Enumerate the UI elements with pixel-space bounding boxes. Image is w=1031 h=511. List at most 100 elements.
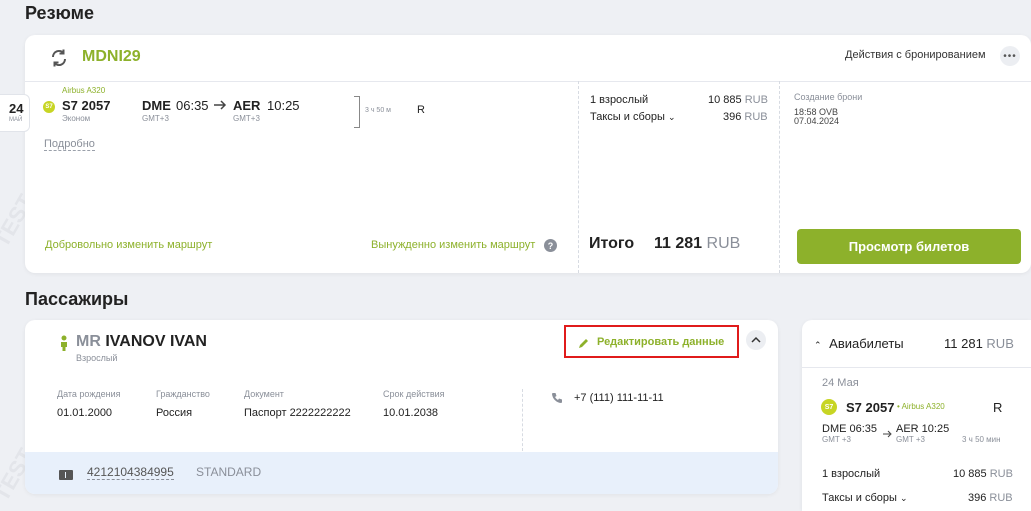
summary-adult-currency: RUB [989, 468, 1013, 480]
pricing-divider [578, 81, 579, 273]
aircraft-label: Airbus A320 [62, 86, 106, 95]
field-label: Срок действия [383, 389, 445, 399]
chevron-down-icon: ⌄ [667, 112, 676, 122]
field-birthdate: Дата рождения 01.01.2000 [57, 389, 121, 419]
duration-bracket [354, 96, 360, 128]
adult-amount-currency: RUB [744, 94, 768, 106]
resume-title: Резюме [25, 3, 94, 23]
summary-taxes-toggle[interactable]: Таксы и сборы ⌄ [822, 492, 908, 504]
phone-icon [551, 391, 563, 403]
booking-card: MDNI29 Действия с бронированием ••• Airb… [25, 35, 1031, 273]
summary-taxes-amount: 396 RUB [968, 492, 1013, 504]
voluntary-change-link[interactable]: Добровольно изменить маршрут [45, 239, 212, 251]
created-line2: 07.04.2024 [794, 116, 840, 126]
cabin-class: Эконом [62, 114, 91, 123]
passenger-prefix: MR [76, 333, 101, 350]
summary-divider [802, 367, 1031, 368]
adult-amount: 10 885 RUB [708, 94, 768, 106]
field-label: Гражданство [156, 389, 210, 399]
passenger-card: MR IVANOV IVAN Взрослый Редактировать да… [25, 320, 778, 494]
ticket-type: STANDARD [196, 465, 262, 479]
booking-actions-label[interactable]: Действия с бронированием [845, 49, 986, 61]
passenger-phone: +7 (111) 111-11-11 [574, 392, 664, 404]
passengers-title: Пассажиры [25, 289, 129, 309]
chevron-up-icon: ⌃ [814, 340, 822, 350]
summary-adult-amount: 10 885 RUB [953, 468, 1013, 480]
flight-date-day: 24 [9, 101, 24, 116]
details-link[interactable]: Подробно [44, 138, 95, 151]
field-label: Дата рождения [57, 389, 121, 399]
card-header-divider [25, 81, 1031, 82]
departure-time: 06:35 [176, 98, 209, 113]
field-label: Документ [244, 389, 284, 399]
taxes-label: Таксы и сборы [590, 111, 665, 123]
edit-passenger-button[interactable]: Редактировать данные [564, 325, 739, 358]
fare-class: R [417, 104, 425, 116]
field-citizenship: Гражданство Россия [156, 389, 210, 419]
field-value: 01.01.2000 [57, 407, 113, 419]
arrow-right-icon [213, 98, 227, 110]
passenger-type: Взрослый [76, 353, 118, 363]
field-expiry: Срок действия 10.01.2038 [383, 389, 445, 419]
departure-tz: GMT+3 [142, 114, 169, 123]
collapse-passenger-button[interactable] [746, 330, 766, 350]
total-label: Итого [589, 235, 635, 252]
summary-date: 24 Мая [822, 377, 859, 389]
departure-code: DME [142, 98, 171, 113]
taxes-amount-currency: RUB [744, 111, 768, 123]
field-document: Документ Паспорт 2222222222 [244, 389, 351, 419]
tickets-summary-card: ⌃ Авиабилеты 11 281 RUB 24 Мая S7 S7 205… [802, 320, 1031, 511]
field-value: Россия [156, 407, 193, 419]
summary-header[interactable]: ⌃ Авиабилеты [814, 336, 904, 351]
passenger-fullname: IVANOV IVAN [105, 333, 207, 350]
summary-duration: 3 ч 50 мин [962, 435, 1001, 444]
summary-departure-tz: GMT +3 [822, 435, 851, 444]
summary-header-label: Авиабилеты [829, 336, 904, 351]
arrival-time: 10:25 [267, 98, 300, 113]
summary-taxes-currency: RUB [989, 492, 1013, 504]
summary-departure: DME 06:35 [822, 423, 878, 435]
field-value: 10.01.2038 [383, 407, 439, 419]
ticket-number[interactable]: 4212104384995 [87, 465, 174, 480]
forced-change-link[interactable]: Вынужденно изменить маршрут [371, 239, 535, 251]
flight-date-tab[interactable]: 24 МАЙ [0, 94, 30, 132]
flight-number: S7 2057 [62, 98, 111, 113]
view-tickets-button[interactable]: Просмотр билетов [797, 229, 1021, 264]
arrival-code: AER [233, 98, 261, 113]
edit-passenger-label: Редактировать данные [597, 335, 725, 348]
summary-taxes-value: 396 [968, 492, 987, 504]
summary-taxes-label: Таксы и сборы [822, 492, 897, 504]
help-icon[interactable]: ? [544, 239, 557, 252]
adult-label: 1 взрослый [590, 94, 649, 106]
summary-adult-value: 10 885 [953, 468, 987, 480]
ticket-icon [59, 467, 73, 480]
total-amount-currency: RUB [706, 235, 741, 252]
refresh-icon[interactable] [49, 48, 69, 68]
total-amount: 11 281 RUB [654, 235, 740, 253]
more-actions-button[interactable]: ••• [1000, 46, 1020, 66]
person-icon [60, 335, 68, 351]
created-divider [779, 81, 780, 273]
flight-date-month: МАЙ [9, 117, 23, 123]
summary-adult-label: 1 взрослый [822, 468, 881, 480]
airline-logo-icon: S7 [821, 399, 837, 415]
field-value: Паспорт 2222222222 [244, 407, 351, 419]
summary-arrival-tz: GMT +3 [896, 435, 925, 444]
contact-divider [522, 389, 523, 451]
summary-arrival: AER 10:25 [896, 423, 950, 435]
airline-logo-icon: S7 [43, 101, 55, 113]
ticket-bar: 4212104384995 STANDARD [25, 452, 778, 494]
created-label: Создание брони [794, 92, 863, 102]
booking-code: MDNI29 [82, 48, 141, 65]
taxes-toggle[interactable]: Таксы и сборы ⌄ [590, 111, 676, 123]
passenger-name: MR IVANOV IVAN [76, 333, 207, 351]
arrival-tz: GMT+3 [233, 114, 260, 123]
arrow-right-icon [883, 425, 892, 438]
chevron-down-icon: ⌄ [899, 493, 908, 503]
summary-fare-class: R [993, 400, 1003, 415]
total-amount-value: 11 281 [654, 235, 703, 252]
summary-total-value: 11 281 [944, 336, 983, 351]
summary-flight-number: S7 2057 [846, 400, 895, 415]
flight-duration: 3 ч 50 м [365, 107, 391, 114]
summary-aircraft: • Airbus A320 [897, 402, 945, 411]
